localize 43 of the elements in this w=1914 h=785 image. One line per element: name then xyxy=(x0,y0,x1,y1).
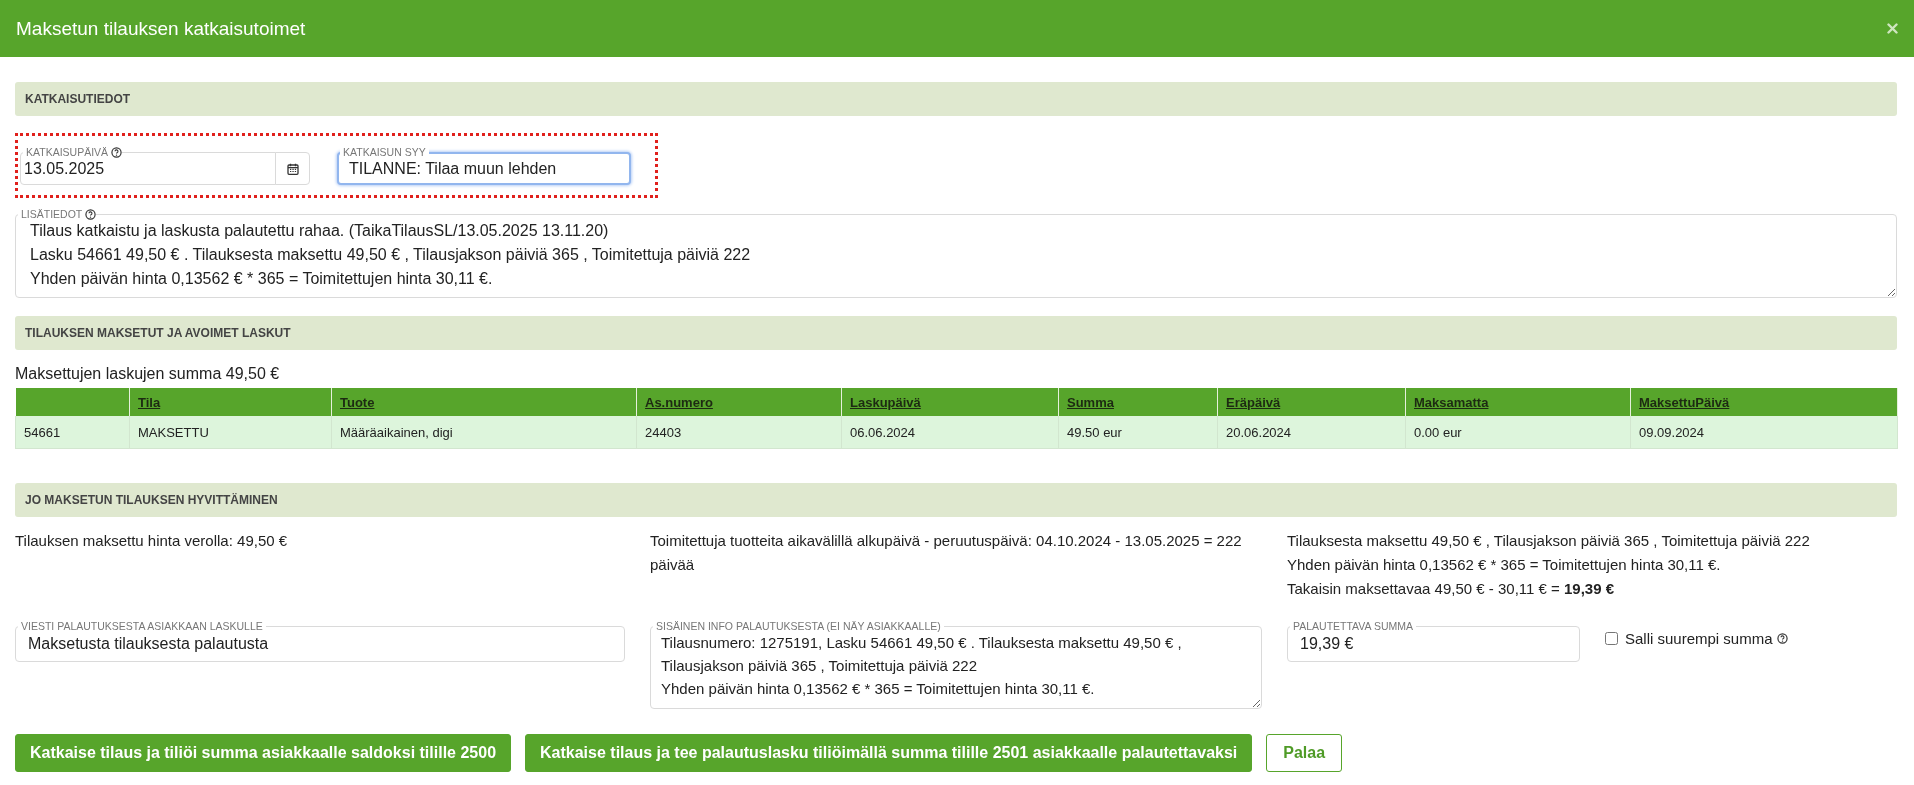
table-cell: 20.06.2024 xyxy=(1217,416,1406,449)
section-header: JO MAKSETUN TILAUKSEN HYVITTÄMINEN xyxy=(15,483,1897,517)
back-button[interactable]: Palaa xyxy=(1266,734,1343,772)
column-header[interactable]: Summa xyxy=(1058,388,1218,416)
section-header: TILAUKSEN MAKSETUT JA AVOIMET LASKUT xyxy=(15,316,1897,350)
calendar-button[interactable] xyxy=(275,152,310,185)
field-label: LISÄTIEDOT xyxy=(18,208,86,220)
help-icon[interactable] xyxy=(111,146,123,158)
checkbox-label[interactable]: Salli suurempi summa xyxy=(1625,630,1773,647)
checkbox[interactable] xyxy=(1605,632,1618,645)
delivery-period-text: Toimitettuja tuotteita aikavälillä alkupäivä - peruutuspäivä: 04.10.2024 - 13.05.2025 = 222 päivää xyxy=(650,531,1243,575)
field-label: VIESTI PALAUTUKSESTA ASIAKKAAN LASKULLE xyxy=(18,620,266,632)
calculation-line: Yhden päivän hinta 0,13562 € * 365 = Toimitettujen hinta 30,11 €. xyxy=(1287,555,1722,575)
action-button[interactable]: Katkaise tilaus ja tee palautuslasku tiliöimällä summa tilille 2501 asiakkaalle palautettavaksi xyxy=(525,734,1253,772)
calendar-icon xyxy=(286,162,299,175)
column-header[interactable]: Maksamatta xyxy=(1405,388,1631,416)
table-cell: 54661 xyxy=(15,416,130,449)
column-header[interactable]: Tila xyxy=(129,388,332,416)
column-header[interactable]: Tuote xyxy=(331,388,637,416)
field-label: PALAUTETTAVA SUMMA xyxy=(1290,620,1416,632)
field-label: KATKAISUPÄIVÄ xyxy=(23,146,112,158)
column-header[interactable]: Eräpäivä xyxy=(1217,388,1406,416)
table-cell: 0.00 eur xyxy=(1405,416,1631,449)
field-label: SISÄINEN INFO PALAUTUKSESTA (EI NÄY ASIAKKAALLE) xyxy=(653,620,944,632)
help-icon[interactable] xyxy=(85,208,97,220)
table-cell: Määräaikainen, digi xyxy=(331,416,637,449)
field-label: KATKAISUN SYY xyxy=(340,146,429,158)
table-cell: 06.06.2024 xyxy=(841,416,1059,449)
table-cell: MAKSETTU xyxy=(129,416,332,449)
column-header[interactable]: As.numero xyxy=(636,388,842,416)
column-header[interactable]: MaksettuPäivä xyxy=(1630,388,1898,416)
section-header: KATKAISUTIEDOT xyxy=(15,82,1897,116)
help-icon[interactable] xyxy=(1776,633,1788,644)
table-cell: 49.50 eur xyxy=(1058,416,1218,449)
invoice-total: Maksettujen laskujen summa 49,50 € xyxy=(15,364,281,384)
calculation-line: Takaisin maksettavaa 49,50 € - 30,11 € = 19,39 € xyxy=(1287,579,1616,599)
column-header[interactable]: Laskupäivä xyxy=(841,388,1059,416)
calculation-line: Tilauksesta maksettu 49,50 € , Tilausjakson päiviä 365 , Toimitettuja päiviä 222 xyxy=(1287,531,1811,551)
action-button[interactable]: Katkaise tilaus ja tiliöi summa asiakkaalle saldoksi tilille 2500 xyxy=(15,734,512,772)
dialog-title: Maksetun tilauksen katkaisutoimet xyxy=(16,17,306,40)
table-cell: 24403 xyxy=(636,416,842,449)
paid-price-text: Tilauksen maksettu hinta verolla: 49,50 € xyxy=(15,531,289,551)
table-cell: 09.09.2024 xyxy=(1630,416,1898,449)
